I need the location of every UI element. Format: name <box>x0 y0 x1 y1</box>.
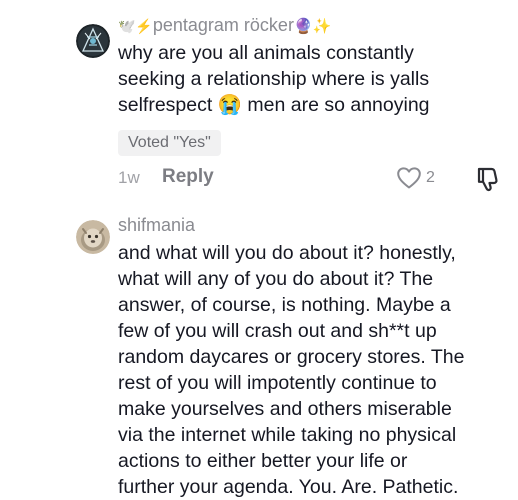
username-text: pentagram röcker <box>152 15 294 35</box>
comment-username[interactable]: 🕊️⚡pentagram röcker🔮✨ <box>118 14 331 38</box>
username-suffix: 🔮✨ <box>293 18 332 35</box>
reply-button[interactable]: Reply <box>162 166 214 188</box>
comment-text: why are you all animals constantly seeki… <box>118 42 430 116</box>
comment-text: and what will you do about it? honestly,… <box>118 242 465 498</box>
like-count: 2 <box>426 169 435 186</box>
thumbs-down-outline-icon <box>474 166 502 192</box>
comment-timestamp: 1w <box>118 168 140 187</box>
vote-badge: Voted "Yes" <box>118 130 221 156</box>
username-prefix: 🕊️⚡ <box>118 18 153 34</box>
avatar[interactable] <box>76 220 110 254</box>
heart-outline-icon <box>396 166 422 190</box>
comment-username[interactable]: shifmania <box>118 214 195 236</box>
avatar[interactable] <box>76 24 110 58</box>
comment-actions: 1w Reply 2 <box>118 166 508 192</box>
dislike-button[interactable] <box>474 166 502 192</box>
